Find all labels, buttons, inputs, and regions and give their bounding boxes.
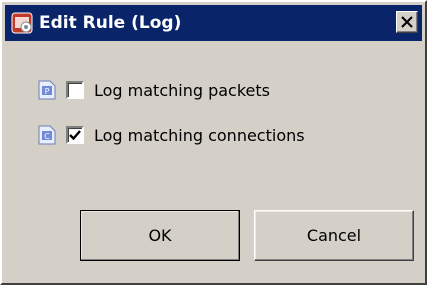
ok-button[interactable]: OK bbox=[80, 210, 240, 261]
title-bar[interactable]: Edit Rule (Log) bbox=[5, 5, 422, 41]
log-packets-label: Log matching packets bbox=[94, 80, 270, 100]
option-row-packets: P Log matching packets bbox=[38, 77, 270, 103]
close-button[interactable] bbox=[396, 11, 418, 33]
checkmark-icon bbox=[69, 130, 81, 141]
log-packets-checkbox[interactable] bbox=[66, 81, 84, 99]
option-row-connections: C Log matching connections bbox=[38, 122, 305, 148]
close-icon bbox=[401, 16, 413, 28]
log-connections-checkbox[interactable] bbox=[66, 126, 84, 144]
connection-icon-letter: C bbox=[44, 132, 50, 141]
cancel-button[interactable]: Cancel bbox=[254, 210, 414, 261]
packet-icon-letter: P bbox=[45, 87, 50, 96]
dialog-title: Edit Rule (Log) bbox=[39, 13, 182, 33]
firewall-rule-icon bbox=[11, 12, 33, 34]
connection-icon: C bbox=[38, 125, 56, 145]
log-connections-label: Log matching connections bbox=[94, 125, 305, 145]
packet-icon: P bbox=[38, 80, 56, 100]
edit-rule-dialog: Edit Rule (Log) P Log matching packets C… bbox=[0, 0, 427, 285]
